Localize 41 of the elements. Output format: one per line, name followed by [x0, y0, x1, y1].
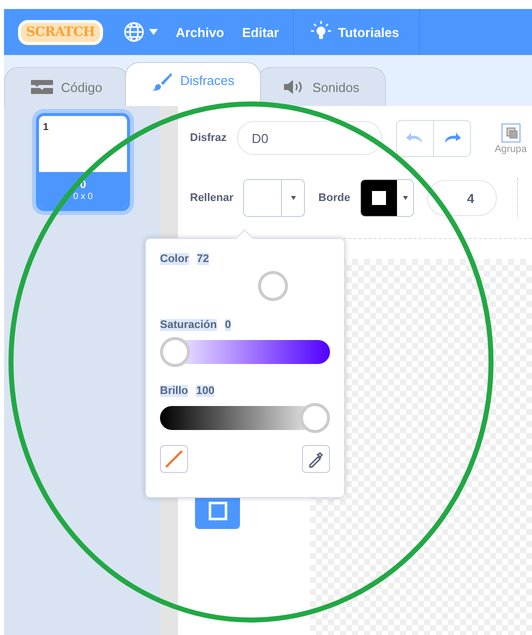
group-button[interactable]: Agrupa	[490, 122, 531, 154]
saturation-slider[interactable]	[160, 337, 330, 367]
outline-width-field[interactable]: 4	[427, 180, 498, 216]
eyedropper-button[interactable]	[302, 445, 330, 473]
caret-icon[interactable]	[148, 29, 158, 35]
logo[interactable]: SCRATCH	[18, 20, 103, 44]
fill-color-dropdown[interactable]	[243, 179, 306, 217]
slider-value: 0	[224, 319, 231, 331]
slider-value: 100	[196, 385, 214, 397]
costume-name-field[interactable]: D0	[236, 121, 382, 155]
costume-number: 1	[43, 122, 49, 133]
slider-label: Brillo	[160, 385, 188, 397]
field-label: Borde	[318, 192, 350, 204]
group-icon	[498, 122, 523, 144]
slider-label: Saturación	[160, 319, 217, 331]
field-label: Disfraz	[190, 132, 227, 144]
rectangle-icon	[208, 501, 228, 521]
slider-value: 72	[196, 253, 209, 265]
undo-icon	[406, 132, 424, 144]
globe-icon[interactable]	[122, 21, 145, 43]
outline-color-dropdown[interactable]	[360, 179, 414, 217]
field-label: Rellenar	[190, 192, 234, 204]
speaker-icon	[284, 80, 304, 94]
menu-item[interactable]: Archivo	[176, 24, 224, 40]
no-color-button[interactable]	[160, 445, 188, 473]
caret-icon	[290, 196, 296, 200]
slider-thumb[interactable]	[300, 403, 330, 433]
menu-item[interactable]: Tutoriales	[338, 24, 400, 40]
paintbrush-icon	[152, 73, 172, 91]
menu-item[interactable]: Editar	[242, 24, 279, 40]
blocks-icon	[31, 80, 53, 94]
slider-label: Color	[160, 253, 189, 265]
tab[interactable]: Disfraces	[125, 62, 262, 106]
slash-icon	[164, 449, 184, 469]
brightness-slider[interactable]	[160, 403, 330, 433]
slider-thumb[interactable]	[258, 271, 288, 301]
redo-icon	[442, 132, 461, 144]
costume-size: 0 x 0	[73, 191, 93, 201]
eyedropper-icon	[307, 450, 325, 468]
caret-icon	[402, 196, 408, 200]
slider-thumb[interactable]	[160, 337, 190, 367]
